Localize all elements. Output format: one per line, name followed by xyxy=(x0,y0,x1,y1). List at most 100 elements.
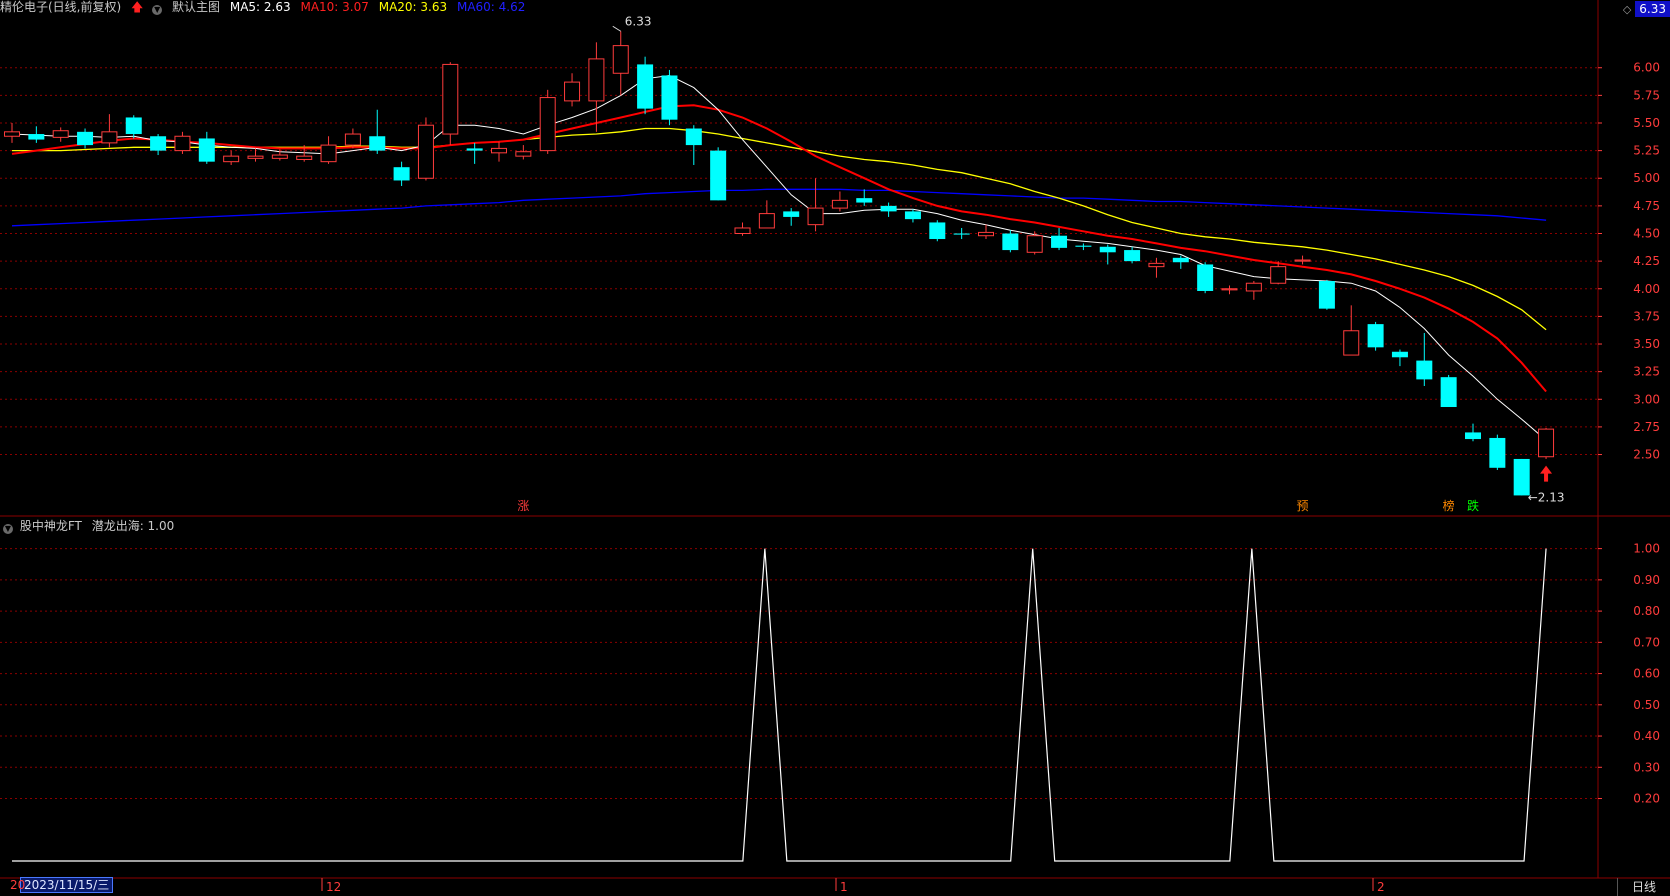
candle-body-down xyxy=(953,233,970,235)
candle-body-down xyxy=(880,205,897,212)
price-tick-label: 2.75 xyxy=(1633,420,1660,434)
price-tick-label: 4.25 xyxy=(1633,254,1660,268)
candle-body-up xyxy=(417,124,434,179)
candle-body-up xyxy=(734,227,751,235)
candle-body-down xyxy=(661,75,678,120)
high-pointer xyxy=(612,25,622,32)
top-right-panel: ◇ 6.33 xyxy=(1623,0,1670,18)
candle-body-down xyxy=(1002,233,1019,251)
candle-body-up xyxy=(515,151,532,157)
candle-body-down xyxy=(856,198,873,203)
candle-body-up xyxy=(1026,235,1043,253)
ma60-line xyxy=(11,188,1547,227)
candle-body-up xyxy=(1343,330,1360,356)
candle-body-down xyxy=(1075,245,1092,247)
candle-body-down xyxy=(1465,432,1481,440)
low-label: ←2.13 xyxy=(1528,490,1565,504)
candle-body-up xyxy=(491,147,507,154)
candle-body-down xyxy=(466,148,483,151)
date-axis: 20 2023/11/15/三 xyxy=(10,877,114,893)
candle-body-up xyxy=(52,130,69,138)
candle-body-down xyxy=(28,134,45,140)
candle-body-down xyxy=(1172,257,1189,263)
candle-body-down xyxy=(1197,264,1214,291)
candle-body-up xyxy=(174,135,191,152)
signal-marker: 涨 xyxy=(517,498,529,513)
price-tick-label: 5.50 xyxy=(1633,116,1660,130)
candle-body-up xyxy=(271,154,288,159)
indicator-name[interactable]: 股中神龙FT xyxy=(20,519,82,533)
candle-body-up xyxy=(588,58,605,102)
candle-body-up xyxy=(442,63,459,135)
current-price-box: 6.33 xyxy=(1635,1,1670,17)
ma5-line xyxy=(11,74,1547,441)
candle-body-up xyxy=(807,207,824,226)
indicator-tick-label: 1.00 xyxy=(1633,542,1660,556)
price-tick-label: 4.75 xyxy=(1633,199,1660,213)
candle-body-down xyxy=(393,167,410,181)
ma60-label: MA60: 4.62 xyxy=(456,0,526,14)
indicator-value: 潜龙出海: 1.00 xyxy=(91,519,175,533)
candle-body-down xyxy=(783,211,800,217)
indicator-tick-label: 0.30 xyxy=(1633,760,1660,774)
indicator-tick-label: 0.20 xyxy=(1633,792,1660,806)
candle-body-up xyxy=(296,155,313,160)
candle-body-up xyxy=(1245,282,1262,292)
candle-body-up xyxy=(320,144,337,163)
cursor-date: 2023/11/15/三 xyxy=(20,877,114,893)
main-chart-label[interactable]: 默认主图 xyxy=(172,0,220,14)
signal-marker: 榜 xyxy=(1443,498,1455,513)
ma5-label: MA5: 2.63 xyxy=(229,0,291,14)
candle-body-down xyxy=(369,136,386,151)
arrow-up-icon xyxy=(1540,465,1553,482)
candle-body-down xyxy=(1489,437,1506,468)
chevron-down-icon[interactable]: ▼ xyxy=(3,524,13,534)
month-label: 1 xyxy=(840,880,848,894)
indicator-tick-label: 0.60 xyxy=(1633,667,1660,681)
period-label[interactable]: 日线 xyxy=(1617,878,1670,896)
candle-body-down xyxy=(198,138,215,162)
price-tick-label: 5.25 xyxy=(1633,144,1660,158)
price-tick-label: 3.75 xyxy=(1633,309,1660,323)
candle-body-up xyxy=(1221,288,1238,291)
chevron-down-icon[interactable]: ▼ xyxy=(152,5,163,15)
candle-body-up xyxy=(344,133,361,146)
ma20-label: MA20: 3.63 xyxy=(378,0,448,14)
signal-marker: 跌 xyxy=(1467,498,1479,513)
candle-body-down xyxy=(1318,281,1335,309)
month-label: 12 xyxy=(326,880,341,894)
candle-body-up xyxy=(978,231,994,237)
price-tick-label: 3.50 xyxy=(1633,337,1660,351)
high-label: 6.33 xyxy=(625,14,652,28)
price-tick-label: 3.00 xyxy=(1633,392,1660,406)
arrow-up-icon: 🡅 xyxy=(131,0,144,14)
candle-body-up xyxy=(612,45,629,74)
candle-body-down xyxy=(1124,250,1141,262)
candle-body-up xyxy=(101,131,118,144)
stock-title[interactable]: 精伦电子(日线,前复权) xyxy=(0,0,121,14)
candle-body-up xyxy=(831,199,848,209)
indicator-header: ▼ 股中神龙FT 潜龙出海: 1.00 xyxy=(0,519,175,534)
price-tick-label: 4.50 xyxy=(1633,227,1660,241)
candle-body-down xyxy=(1099,246,1116,253)
candle-body-down xyxy=(1051,235,1068,248)
candle-body-down xyxy=(710,150,727,201)
price-tick-label: 5.75 xyxy=(1633,88,1660,102)
diamond-icon[interactable]: ◇ xyxy=(1623,3,1631,16)
candle-body-up xyxy=(247,155,264,159)
indicator-tick-label: 0.50 xyxy=(1633,698,1660,712)
indicator-tick-label: 0.80 xyxy=(1633,604,1660,618)
price-tick-label: 2.50 xyxy=(1633,448,1660,462)
candle-body-up xyxy=(1148,262,1165,268)
chart-header: 精伦电子(日线,前复权) 🡅 ▼ 默认主图 MA5: 2.63 MA10: 3.… xyxy=(0,0,531,15)
candle-body-down xyxy=(1416,360,1433,380)
candle-body-down xyxy=(637,64,654,109)
month-label: 2 xyxy=(1377,880,1385,894)
candle-body-up xyxy=(1538,428,1555,458)
indicator-tick-label: 0.90 xyxy=(1633,573,1660,587)
candle-body-up xyxy=(223,155,240,163)
candle-body-down xyxy=(1440,377,1457,408)
candle-body-up xyxy=(1294,259,1311,262)
kline-chart[interactable]: 6.00 5.75 5.50 5.25 5.00 4.75 4.50 4.25 4.00 3.75… xyxy=(0,0,1670,896)
price-tick-label: 6.00 xyxy=(1633,61,1660,75)
